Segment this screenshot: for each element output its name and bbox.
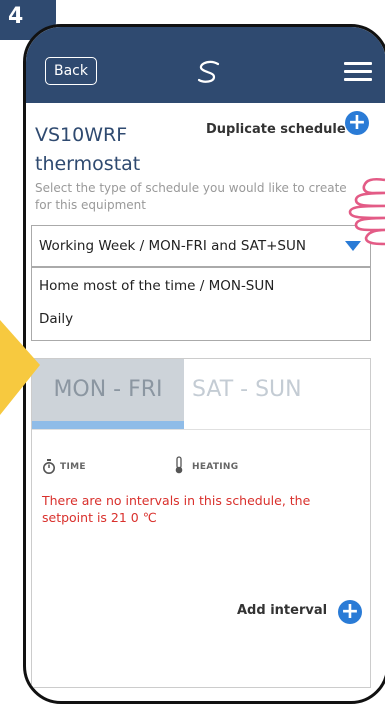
duplicate-schedule-link[interactable]: Duplicate schedule: [206, 122, 346, 137]
tab-sat-sun[interactable]: SAT - SUN: [192, 359, 302, 421]
add-interval-plus-icon[interactable]: +: [338, 600, 362, 624]
time-column-header: TIME: [60, 462, 86, 472]
duplicate-schedule-plus-icon[interactable]: +: [345, 111, 369, 135]
schedule-option-daily[interactable]: Daily: [39, 311, 73, 327]
divider: [32, 429, 370, 430]
phone-screen: Back VS10WRF thermostat Duplicate schedu…: [23, 24, 385, 704]
salus-logo-icon: [197, 60, 220, 83]
no-intervals-message: There are no intervals in this schedule,…: [42, 493, 311, 525]
schedule-type-select[interactable]: Working Week / MON-FRI and SAT+SUN: [31, 225, 371, 267]
schedule-card: MON - FRI SAT - SUN TIME HEATING There a…: [31, 358, 371, 688]
app-header: Back: [26, 27, 385, 103]
timer-icon: [43, 459, 55, 474]
tab-mon-fri[interactable]: MON - FRI: [32, 359, 184, 421]
schedule-type-options: Home most of the time / MON-SUN Daily: [31, 267, 371, 341]
back-button[interactable]: Back: [45, 57, 97, 85]
tapping-hand-icon: [348, 177, 385, 246]
pointer-arrow-icon: [0, 320, 40, 415]
add-interval-link[interactable]: Add interval: [237, 603, 327, 618]
hamburger-menu-icon[interactable]: [344, 61, 372, 81]
schedule-type-selected: Working Week / MON-FRI and SAT+SUN: [39, 238, 306, 254]
schedule-option-home-most[interactable]: Home most of the time / MON-SUN: [39, 278, 274, 294]
heating-column-header: HEATING: [192, 462, 239, 472]
page-title: VS10WRF thermostat: [35, 124, 141, 175]
thermometer-icon: [175, 456, 183, 474]
page-subtitle: Select the type of schedule you would li…: [35, 181, 347, 212]
